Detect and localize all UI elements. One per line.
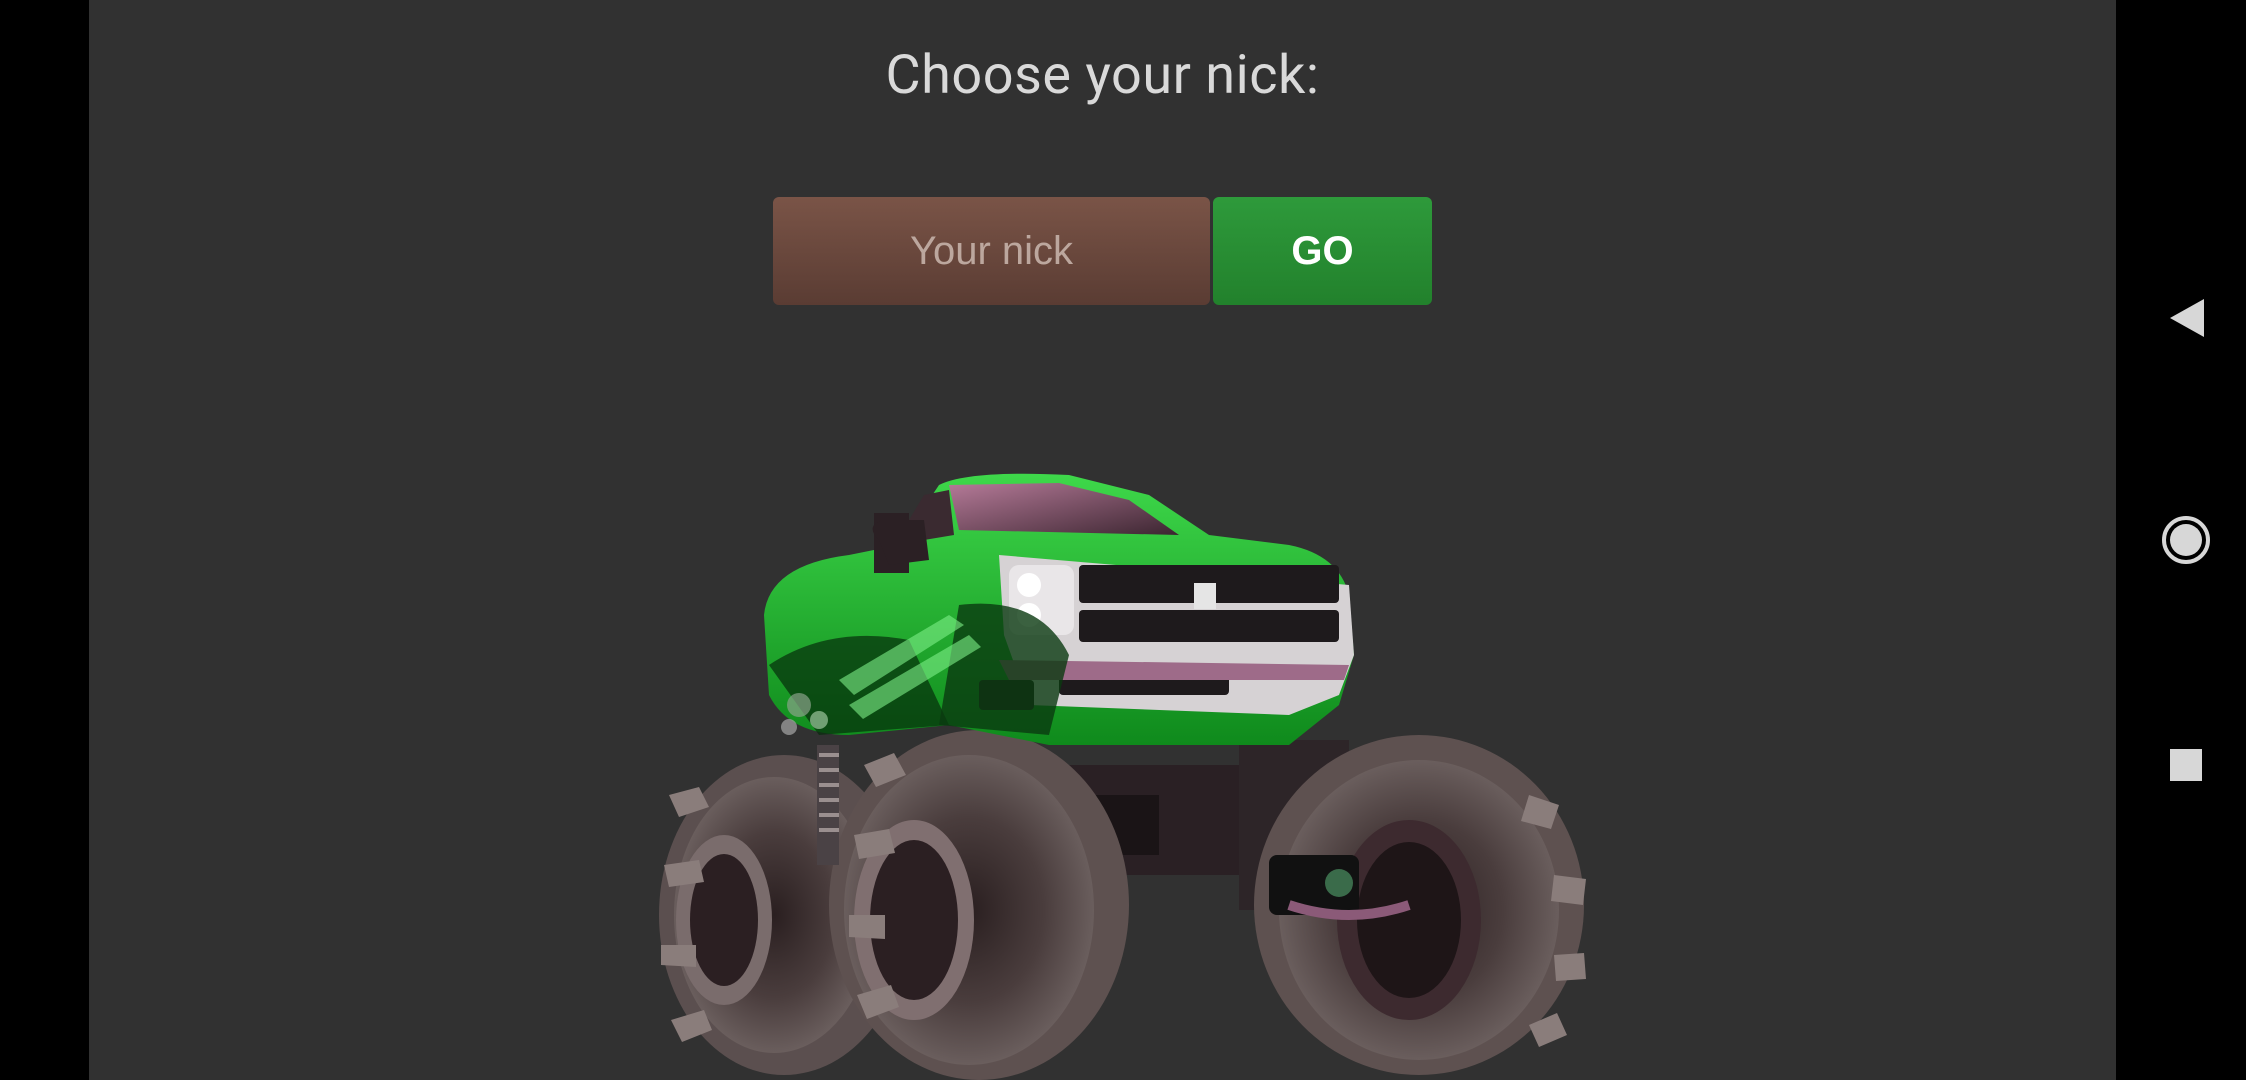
go-button[interactable]: GO: [1213, 197, 1432, 305]
page-title: Choose your nick:: [885, 44, 1320, 107]
screen-left-bezel: [0, 0, 89, 1080]
app-screen: Choose your nick: GO: [89, 0, 2116, 1080]
recents-icon[interactable]: [2156, 735, 2216, 795]
monster-truck-illustration: [659, 473, 1586, 1080]
android-navigation-bar: [2116, 0, 2246, 1080]
home-icon[interactable]: [2156, 510, 2216, 570]
back-icon[interactable]: [2156, 290, 2216, 345]
nick-input[interactable]: [773, 197, 1210, 305]
